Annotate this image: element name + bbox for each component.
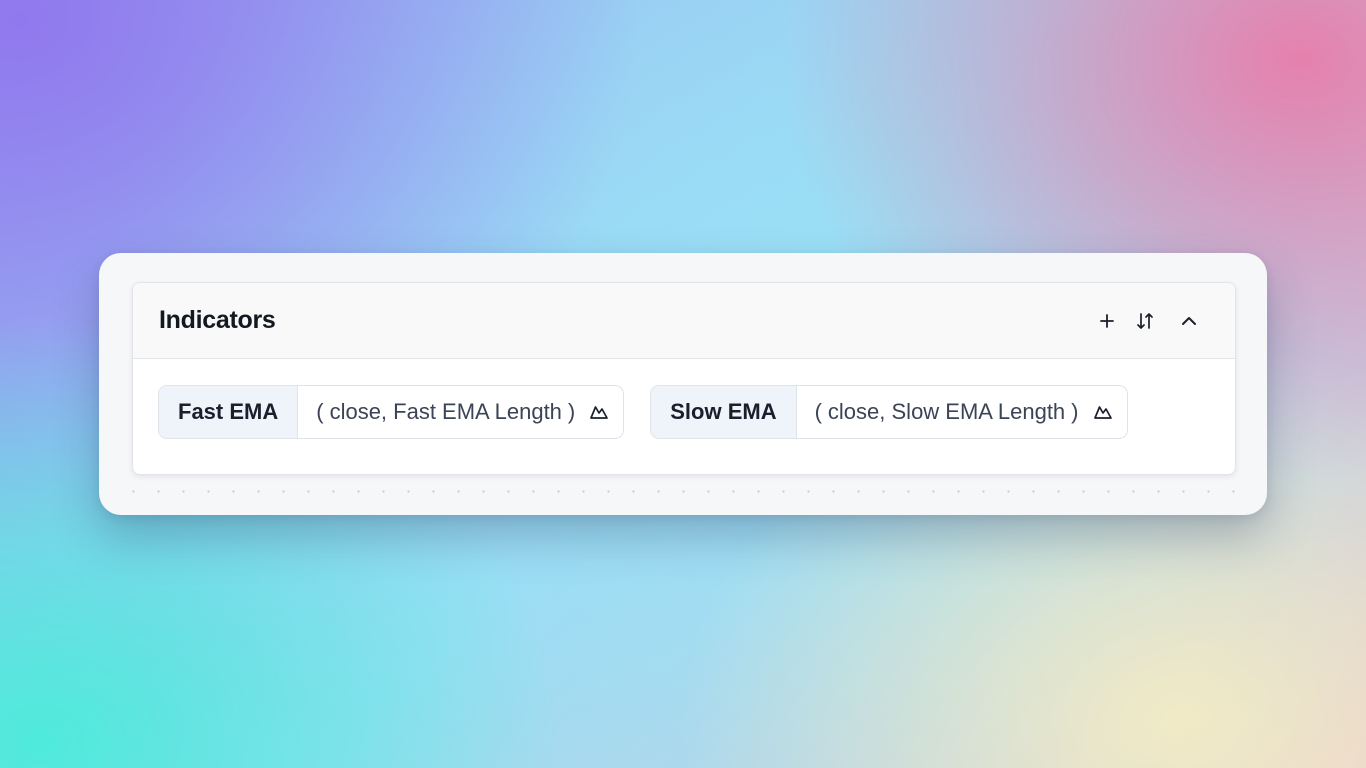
open-paren: ( [814,399,822,424]
collapse-button[interactable] [1177,309,1201,333]
header-actions [1095,309,1201,333]
indicator-args: ( close, Fast EMA Length ) [298,386,623,438]
indicator-args-text: close, Fast EMA Length [329,399,562,424]
chart-mountain-icon[interactable] [1093,403,1113,421]
indicator-name: Fast EMA [159,386,299,438]
indicator-chip-slow-ema[interactable]: Slow EMA ( close, Slow EMA Length ) [650,385,1128,439]
panel-title: Indicators [159,306,276,334]
indicator-args: ( close, Slow EMA Length ) [797,386,1127,438]
panel-header: Indicators [133,283,1235,359]
sort-arrows-icon [1137,312,1153,329]
open-paren: ( [316,399,324,424]
panel-body: Fast EMA ( close, Fast EMA Length ) Slow… [133,359,1235,439]
plus-icon [1100,313,1114,328]
chart-mountain-icon[interactable] [589,403,609,421]
close-paren: ) [1071,399,1079,424]
sort-button[interactable] [1133,309,1157,333]
indicators-panel: Indicators Fast EMA (close, Fast EMA Le… [132,282,1236,475]
indicator-name: Slow EMA [651,386,797,438]
indicator-args-text: close, Slow EMA Length [827,399,1066,424]
chevron-up-icon [1182,316,1196,325]
indicator-chip-fast-ema[interactable]: Fast EMA ( close, Fast EMA Length ) [158,385,625,439]
close-paren: ) [567,399,576,424]
add-indicator-button[interactable] [1095,309,1119,333]
